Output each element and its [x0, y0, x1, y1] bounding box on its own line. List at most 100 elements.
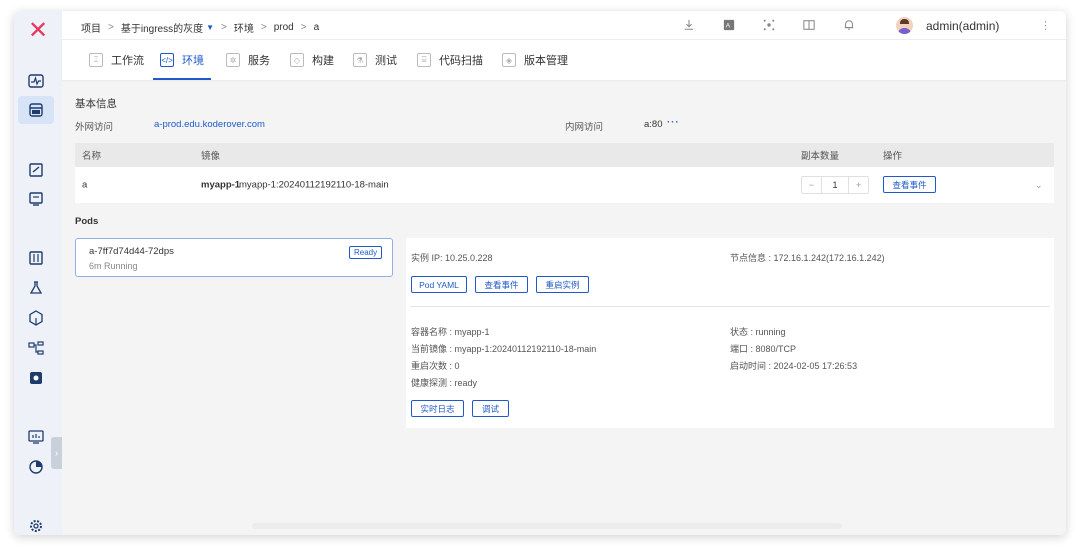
internal-access-more[interactable]: ··· [667, 117, 680, 128]
basic-info-title: 基本信息 [75, 98, 117, 110]
test-flask-icon[interactable] [26, 278, 46, 298]
breadcrumb-separator: > [300, 22, 307, 33]
restart-instance-button[interactable]: 重启实例 [536, 276, 589, 293]
tab-version[interactable]: ◈ 版本管理 [502, 40, 568, 80]
internal-access-label: 内网访问 [565, 122, 604, 133]
increase-button[interactable]: + [849, 177, 868, 193]
sidebar-expand-toggle[interactable]: › [51, 437, 62, 469]
breadcrumb-env-name[interactable]: prod [274, 22, 294, 33]
breadcrumb-service: a [313, 22, 320, 33]
pod-status: 6m Running [89, 261, 138, 271]
main-content: 项目 > 基于ingress的灰度 ▼ > 环境 > prod > a A ad… [62, 11, 1066, 535]
ready-badge: Ready [349, 246, 383, 259]
pod-card[interactable]: a-7ff7d74d44-72dps 6m Running Ready [75, 238, 393, 277]
row-image-tag: myapp-1:20240112192110-18-main [239, 179, 389, 191]
breadcrumb-env[interactable]: 环境 [234, 20, 254, 35]
pod-name: a-7ff7d74d44-72dps [89, 246, 174, 257]
service-tab-icon: ✲ [226, 53, 240, 67]
service-catalog-icon[interactable] [26, 248, 46, 268]
tab-code-scan[interactable]: ⌸ 代码扫描 [417, 40, 483, 80]
project-dropdown-icon[interactable]: ▼ [206, 23, 214, 32]
internal-access-value: a:80 [644, 119, 663, 130]
pods-title: Pods [75, 216, 99, 227]
top-bar: 项目 > 基于ingress的灰度 ▼ > 环境 > prod > a A ad… [62, 11, 1066, 40]
debug-button[interactable]: 调试 [472, 400, 509, 417]
artifact-icon[interactable] [26, 308, 46, 328]
activity-icon[interactable] [26, 71, 46, 91]
build-tab-icon: ◇ [290, 53, 304, 67]
expand-chevron-icon[interactable]: ⌄ [1035, 180, 1043, 191]
tab-label: 服务 [248, 55, 270, 67]
koderover-logo[interactable]: ✕ [25, 19, 51, 43]
horizontal-scrollbar[interactable] [252, 523, 842, 529]
row-image-name: myapp-1 [201, 179, 241, 191]
monitor-icon[interactable] [26, 427, 46, 447]
start-time: 启动时间 : 2024-02-05 17:26:53 [730, 361, 858, 371]
breadcrumb: 项目 > 基于ingress的灰度 ▼ > 环境 > prod > a [81, 20, 326, 35]
user-avatar[interactable] [896, 17, 913, 34]
docs-icon[interactable] [802, 18, 816, 32]
table-row: a myapp-1 myapp-1:20240112192110-18-main… [75, 167, 1054, 203]
top-icons: A [682, 18, 882, 32]
external-access-label: 外网访问 [75, 122, 114, 133]
tab-label: 代码扫描 [439, 55, 483, 67]
svg-text:A: A [726, 23, 731, 30]
workflow-icon[interactable] [26, 160, 46, 180]
tab-label: 版本管理 [524, 55, 568, 67]
header-replicas: 副本数量 [801, 151, 840, 162]
pod-yaml-button[interactable]: Pod YAML [411, 276, 467, 293]
code-icon: </> [160, 53, 174, 67]
current-image: 当前镜像 : myapp-1:20240112192110-18-main [411, 344, 597, 354]
project-icon[interactable] [18, 96, 54, 124]
container-state: 状态 : running [730, 327, 786, 337]
divider [410, 306, 1050, 307]
breadcrumb-separator: > [260, 22, 267, 33]
tab-label: 环境 [182, 55, 204, 67]
pod-detail-panel: 实例 IP: 10.25.0.228 节点信息 : 172.16.1.242(1… [406, 238, 1054, 428]
more-vertical-icon[interactable]: ⋮ [1040, 19, 1051, 32]
user-name[interactable]: admin(admin) [926, 19, 999, 33]
row-name: a [82, 179, 88, 191]
replicas-input[interactable]: 1 [820, 177, 850, 193]
realtime-logs-button[interactable]: 实时日志 [411, 400, 464, 417]
tab-label: 构建 [312, 55, 334, 67]
container-port: 端口 : 8080/TCP [730, 344, 797, 354]
tab-label: 工作流 [111, 55, 144, 67]
tab-workflow[interactable]: ⌶ 工作流 [89, 40, 144, 80]
pipeline-icon[interactable] [26, 338, 46, 358]
scan-tab-icon: ⌸ [417, 53, 431, 67]
tab-bar: ⌶ 工作流 </> 环境 ✲ 服务 ◇ 构建 ⚗ 测试 ⌸ 代码扫描 ◈ 版本管理 [62, 40, 1066, 80]
settings-box-icon[interactable] [26, 368, 46, 388]
restart-count: 重启次数 : 0 [411, 361, 460, 371]
table-header: 名称 镜像 副本数量 操作 [75, 143, 1054, 167]
external-access-link[interactable]: a-prod.edu.koderover.com [154, 119, 265, 130]
breadcrumb-separator: > [108, 22, 114, 33]
service-table: 名称 镜像 副本数量 操作 a myapp-1 myapp-1:20240112… [75, 143, 1054, 203]
health-probe: 健康探测 : ready [411, 378, 478, 388]
tab-build[interactable]: ◇ 构建 [290, 40, 334, 80]
sidebar: ✕ › [14, 11, 62, 535]
bell-icon[interactable] [842, 18, 856, 32]
breadcrumb-project-name[interactable]: 基于ingress的灰度 [121, 20, 203, 35]
release-icon[interactable] [26, 189, 46, 209]
tab-service[interactable]: ✲ 服务 [226, 40, 270, 80]
gear-icon[interactable] [26, 516, 46, 535]
tab-environment[interactable]: </> 环境 [153, 40, 211, 80]
view-events-button[interactable]: 查看事件 [475, 276, 528, 293]
tab-label: 测试 [375, 55, 397, 67]
app-window: ✕ › 项目 > 基于ingress的灰度 ▼ > 环境 > prod > a … [14, 11, 1066, 535]
breadcrumb-project[interactable]: 项目 [81, 20, 101, 35]
tab-test[interactable]: ⚗ 测试 [353, 40, 397, 80]
version-tab-icon: ◈ [502, 53, 516, 67]
node-info: 节点信息 : 172.16.1.242(172.16.1.242) [730, 253, 885, 263]
plugin-icon[interactable] [762, 18, 776, 32]
pie-chart-icon[interactable] [26, 457, 46, 477]
replicas-stepper: − 1 + [801, 176, 869, 194]
workflow-tab-icon: ⌶ [89, 53, 103, 67]
header-actions: 操作 [883, 151, 903, 162]
view-events-button[interactable]: 查看事件 [883, 176, 936, 193]
download-icon[interactable] [682, 18, 696, 32]
decrease-button[interactable]: − [802, 177, 821, 193]
translate-icon[interactable]: A [722, 18, 736, 32]
test-tab-icon: ⚗ [353, 53, 367, 67]
